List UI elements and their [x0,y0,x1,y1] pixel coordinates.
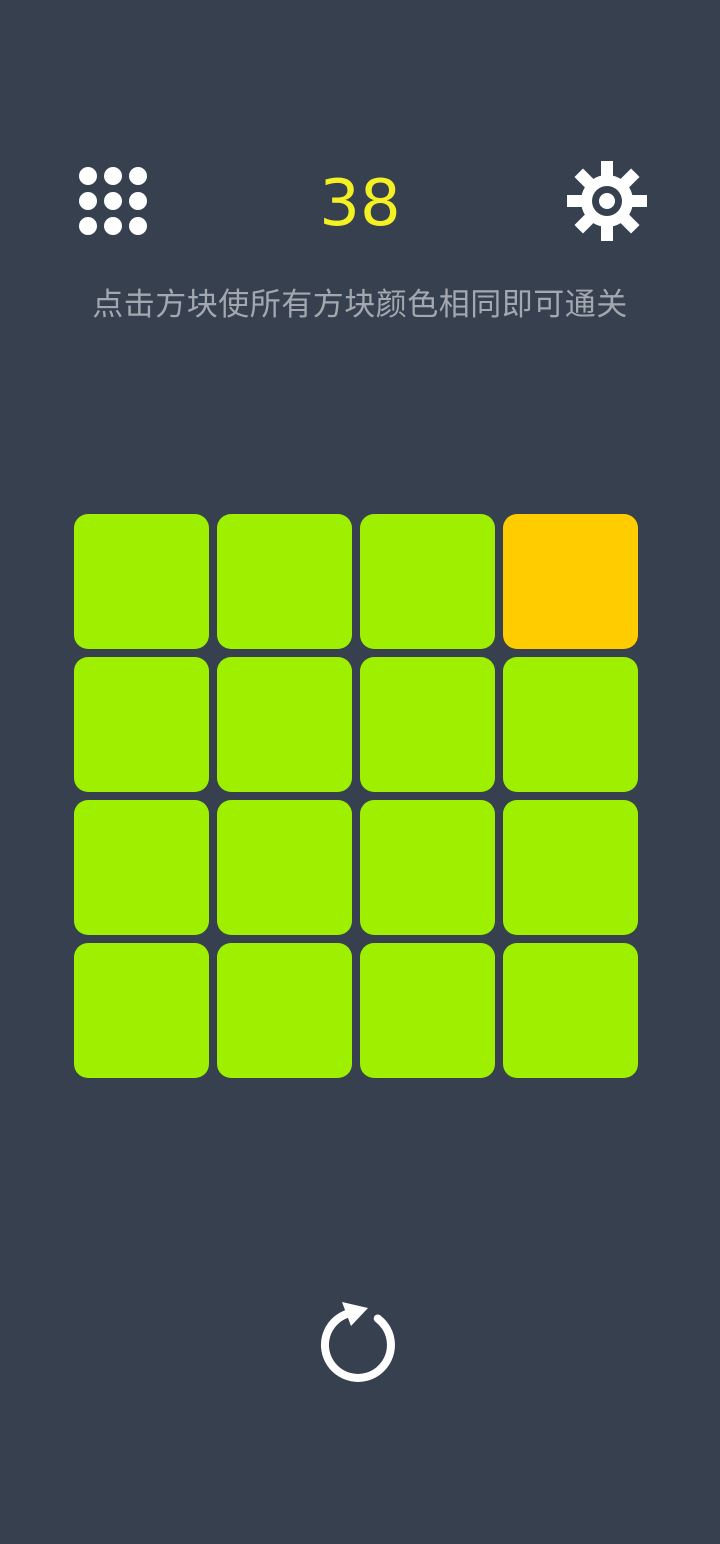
tile-1-3[interactable] [503,657,638,792]
tile-0-3[interactable] [503,514,638,649]
tile-3-1[interactable] [217,943,352,1078]
tile-1-1[interactable] [217,657,352,792]
settings-button[interactable] [566,160,648,242]
score-counter: 38 [319,167,401,241]
tile-2-2[interactable] [360,800,495,935]
tile-2-0[interactable] [74,800,209,935]
tile-2-3[interactable] [503,800,638,935]
tile-0-1[interactable] [217,514,352,649]
tile-1-0[interactable] [74,657,209,792]
tile-1-2[interactable] [360,657,495,792]
tile-0-0[interactable] [74,514,209,649]
tile-0-2[interactable] [360,514,495,649]
restart-icon [318,1298,402,1388]
level-menu-button[interactable] [76,164,150,238]
tile-3-3[interactable] [503,943,638,1078]
grid-dots-icon [76,164,150,238]
gear-icon [566,160,648,242]
restart-button[interactable] [318,1298,402,1388]
tile-2-1[interactable] [217,800,352,935]
tile-3-0[interactable] [74,943,209,1078]
instruction-text: 点击方块使所有方块颜色相同即可通关 [92,287,628,323]
tile-3-2[interactable] [360,943,495,1078]
game-board [74,514,638,1078]
